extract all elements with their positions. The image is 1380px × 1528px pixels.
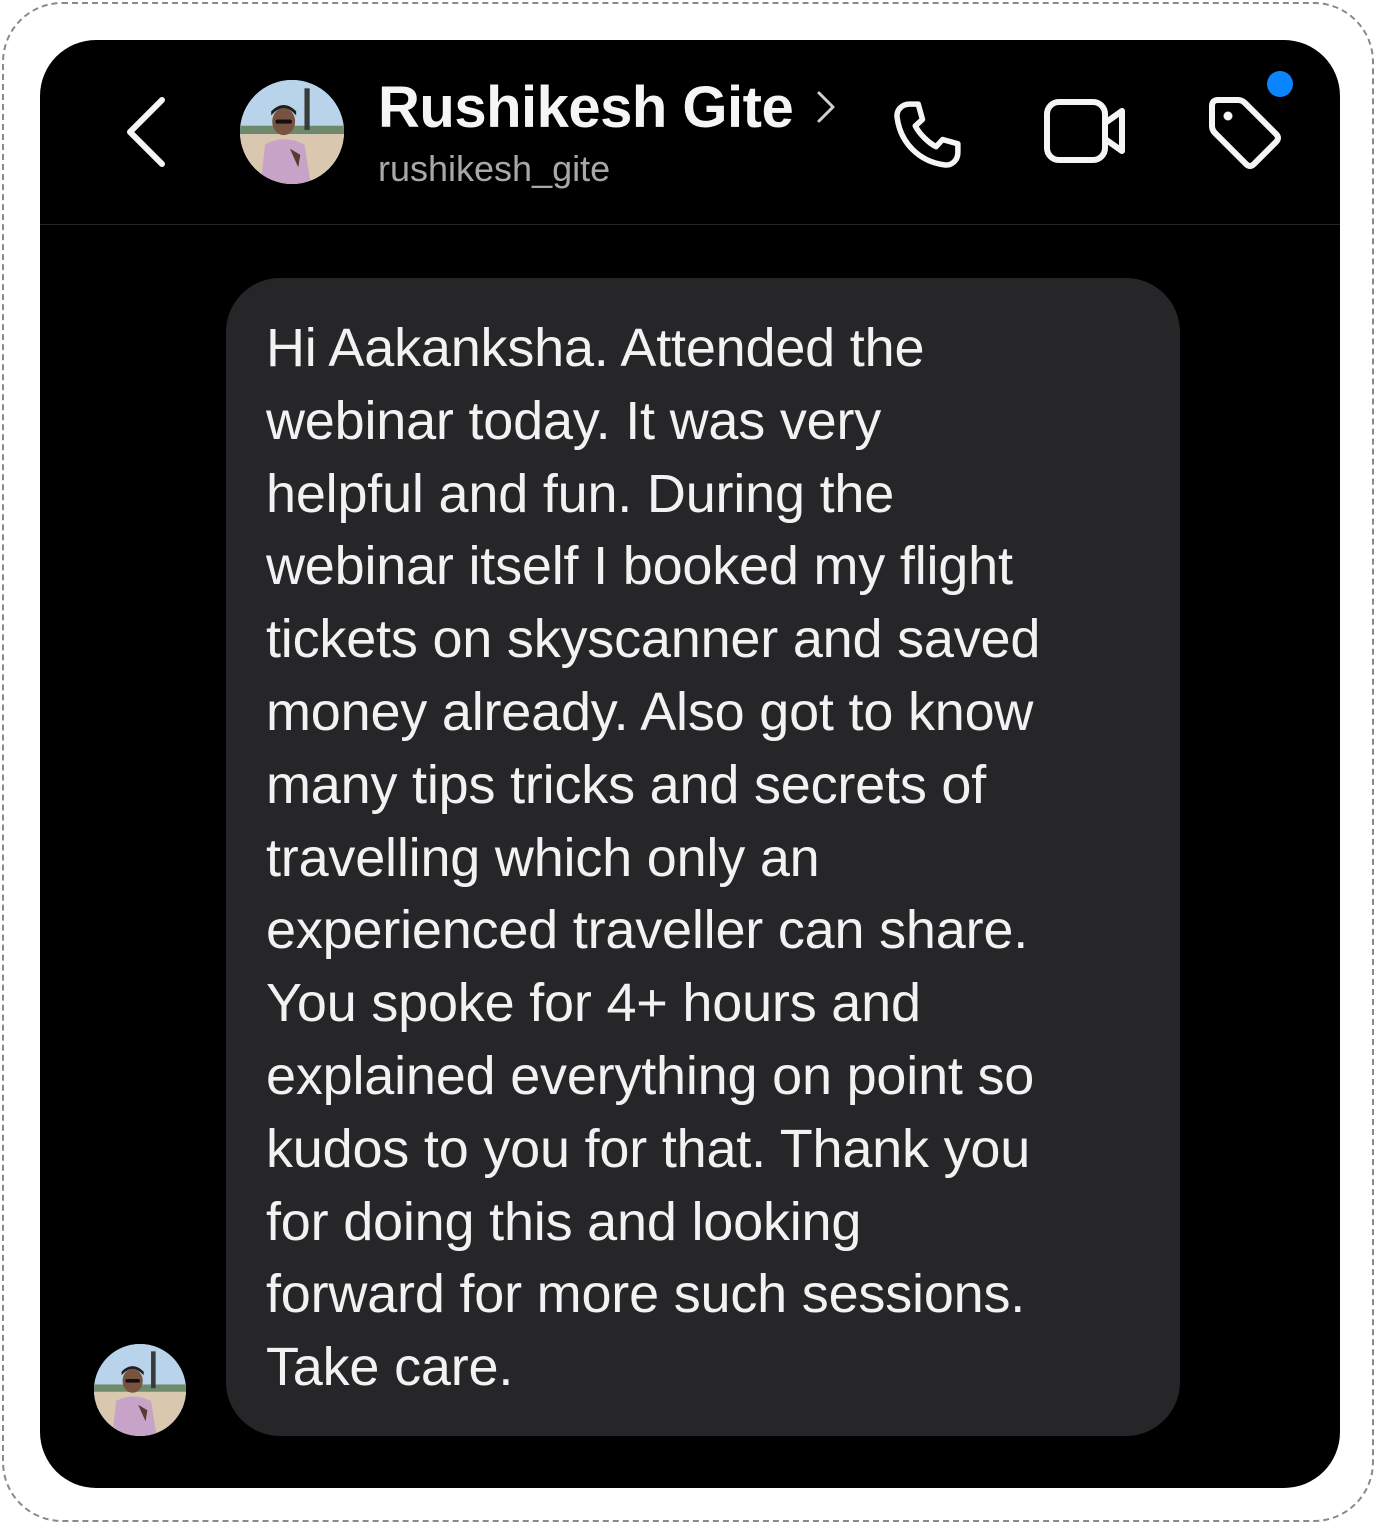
video-call-button[interactable]	[1042, 96, 1128, 168]
profile-photo	[240, 80, 344, 184]
audio-call-button[interactable]	[888, 96, 966, 174]
profile-photo	[94, 1344, 186, 1436]
chat-header: Rushikesh Gite rushikesh_gite	[40, 40, 1340, 225]
avatar[interactable]	[240, 80, 344, 184]
message-text: Hi Aakanksha. Attended the webinar today…	[266, 318, 1041, 1398]
tag-button[interactable]	[1204, 92, 1284, 172]
chevron-right-icon	[817, 91, 835, 123]
profile-link[interactable]: Rushikesh Gite	[378, 74, 837, 140]
tag-icon	[1209, 97, 1281, 169]
contact-username: rushikesh_gite	[378, 148, 611, 189]
chat-screen: Rushikesh Gite rushikesh_gite Hi Aakanks…	[40, 40, 1340, 1488]
sender-avatar[interactable]	[94, 1344, 186, 1436]
message-bubble[interactable]: Hi Aakanksha. Attended the webinar today…	[226, 278, 1180, 1436]
contact-name: Rushikesh Gite	[378, 74, 794, 140]
chevron-left-icon	[127, 97, 165, 167]
phone-icon	[894, 101, 961, 168]
notification-dot	[1267, 71, 1293, 97]
video-camera-icon	[1044, 99, 1125, 163]
back-button[interactable]	[116, 92, 176, 172]
